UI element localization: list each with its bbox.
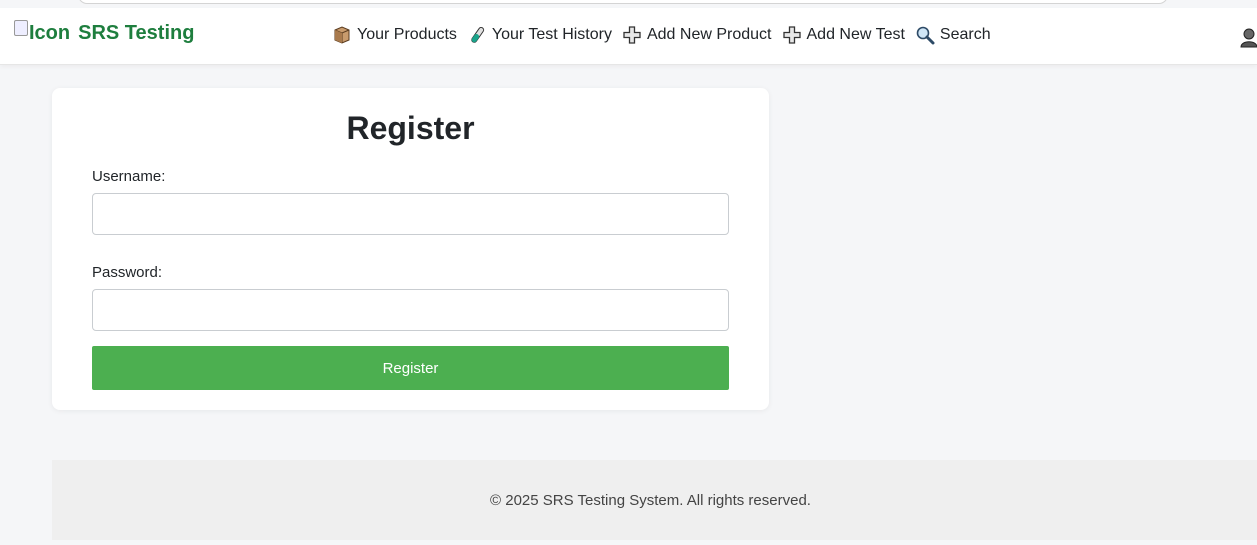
plus-icon: [623, 26, 641, 44]
package-icon: [334, 26, 350, 44]
brand-link[interactable]: Icon SRS Testing: [14, 20, 195, 45]
magnifier-icon: [916, 26, 935, 45]
address-bar-edge: [78, 0, 1168, 4]
username-label: Username:: [92, 168, 166, 185]
nav-your-test-history[interactable]: Your Test History: [467, 25, 612, 45]
password-input[interactable]: [92, 289, 729, 331]
nav-add-new-test[interactable]: Add New Test: [782, 25, 905, 45]
nav-your-products-label: Your Products: [357, 26, 457, 43]
brand-title: SRS Testing: [78, 22, 195, 44]
nav-links: Your Products Your Test History Add New …: [332, 25, 991, 45]
username-input[interactable]: [92, 193, 729, 235]
nav-search-label: Search: [939, 26, 991, 43]
password-label: Password:: [92, 264, 163, 281]
nav-add-new-product-label: Add New Product: [646, 26, 772, 43]
register-card: Register Username: Password: Register: [52, 88, 769, 410]
test-tube-icon: [471, 26, 485, 43]
register-heading: Register: [346, 110, 475, 146]
footer-copyright: © 2025 SRS Testing System. All rights re…: [490, 491, 811, 509]
user-icon[interactable]: [1240, 28, 1257, 48]
footer: © 2025 SRS Testing System. All rights re…: [52, 460, 1257, 540]
browser-top-strip: [0, 0, 1257, 8]
navbar: Icon SRS Testing Your Products Your Test…: [0, 8, 1257, 65]
nav-search[interactable]: Search: [915, 25, 991, 45]
brand-logo-broken-image: Icon: [14, 20, 71, 45]
nav-add-new-test-label: Add New Test: [806, 26, 905, 43]
nav-your-test-history-label: Your Test History: [491, 26, 612, 43]
broken-image-icon: [14, 20, 28, 36]
nav-your-products[interactable]: Your Products: [332, 25, 457, 45]
brand-logo-alt: Icon: [29, 22, 71, 44]
register-button[interactable]: Register: [92, 346, 729, 390]
plus-icon: [782, 26, 801, 44]
nav-add-new-product[interactable]: Add New Product: [622, 25, 772, 45]
